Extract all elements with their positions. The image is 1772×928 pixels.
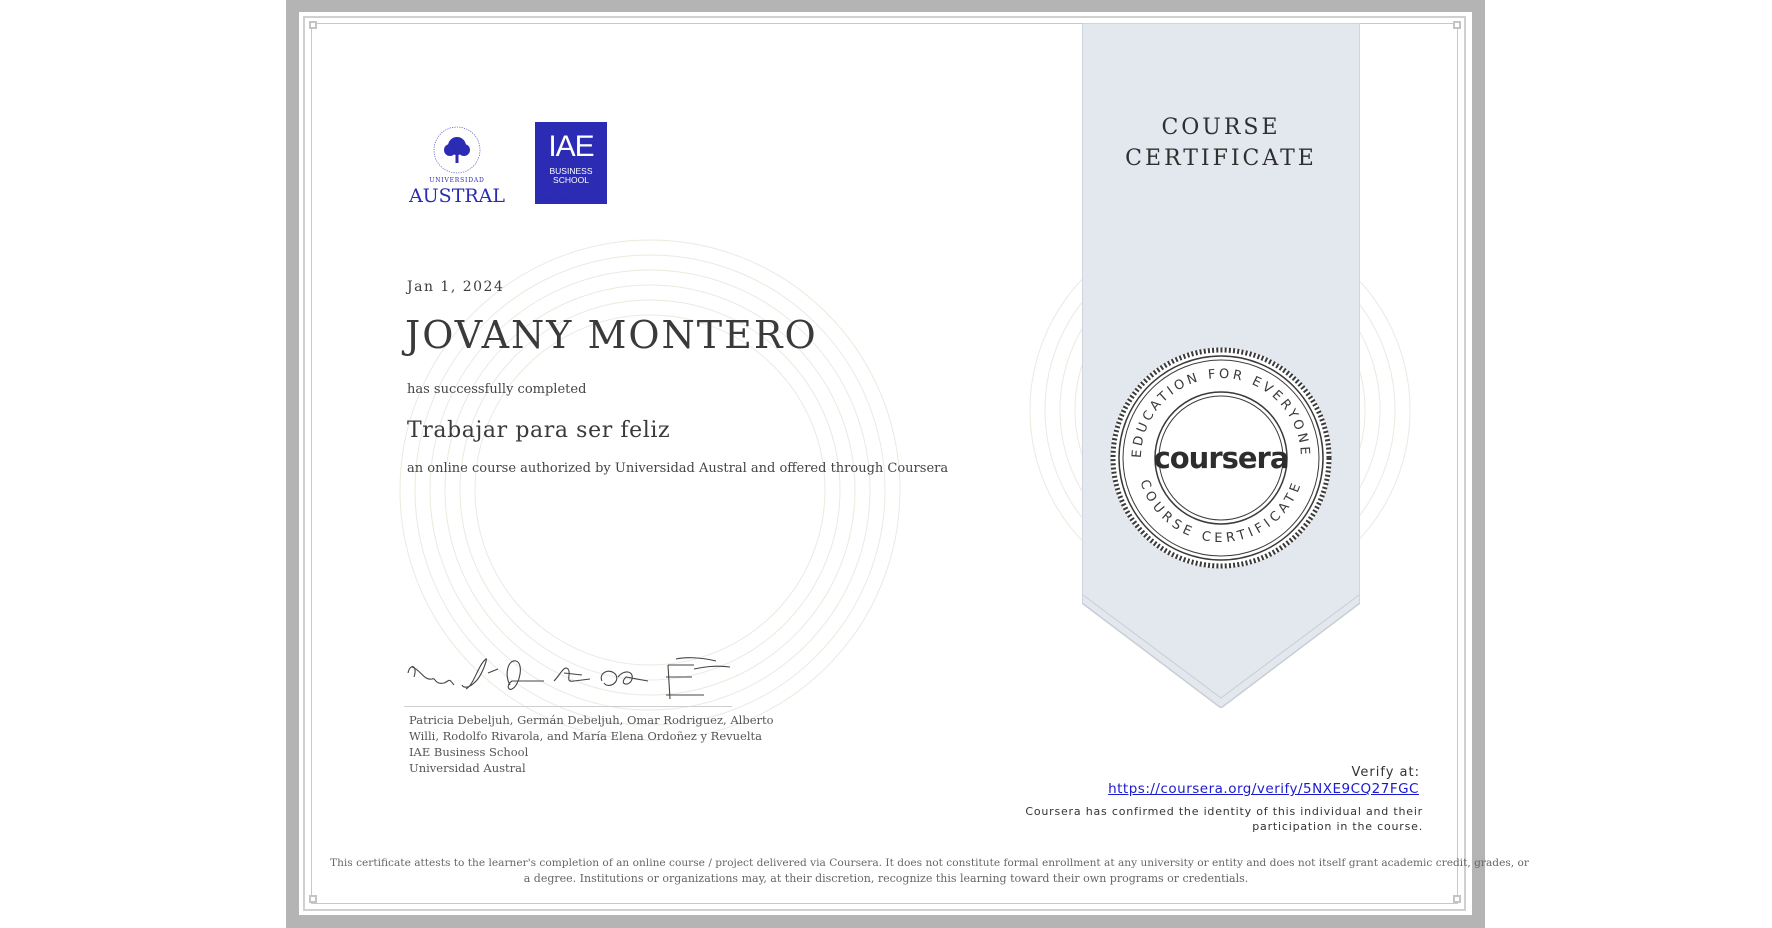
- svg-text:AUSTRAL: AUSTRAL: [408, 185, 505, 207]
- disclaimer-line: a degree. Institutions or organizations …: [523, 872, 1249, 885]
- recipient-name: JOVANY MONTERO: [405, 313, 818, 357]
- completed-text: has successfully completed: [407, 382, 587, 397]
- verify-label: Verify at:: [1351, 765, 1420, 780]
- disclaimer-line: This certificate attests to the learner'…: [330, 857, 1529, 869]
- iae-logo-school: SCHOOL: [553, 175, 589, 185]
- signature-divider: [404, 706, 732, 707]
- corner-ornament-top-right: [1451, 21, 1465, 35]
- certificate-date: Jan 1, 2024: [407, 279, 505, 295]
- identity-confirmation-line: participation in the course.: [1252, 820, 1423, 833]
- signers-line: Patricia Debeljuh, Germán Debeljuh, Omar…: [409, 713, 774, 727]
- svg-text:coursera: coursera: [1154, 441, 1289, 475]
- identity-confirmation-line: Coursera has confirmed the identity of t…: [1025, 805, 1423, 818]
- ribbon-title-line: CERTIFICATE: [1125, 146, 1317, 171]
- instructor-signatures: [407, 657, 731, 700]
- ribbon-title: COURSE CERTIFICATE: [1082, 112, 1360, 174]
- ribbon-title-line: COURSE: [1161, 115, 1281, 140]
- iae-logo-subtitle: UNIVERSIDAD AUSTRAL: [536, 197, 606, 203]
- signers-institution: IAE Business School: [409, 745, 529, 759]
- signers-block: Patricia Debeljuh, Germán Debeljuh, Omar…: [409, 712, 774, 776]
- coursera-seal: EDUCATION FOR EVERYONE COURSE CERTIFICAT…: [1110, 347, 1332, 569]
- identity-confirmation: Coursera has confirmed the identity of t…: [1025, 804, 1423, 834]
- universidad-austral-logo: UNIVERSIDAD AUSTRAL: [408, 126, 505, 207]
- course-description: an online course authorized by Universid…: [407, 461, 949, 476]
- signers-university: Universidad Austral: [409, 761, 526, 775]
- course-name: Trabajar para ser feliz: [407, 418, 671, 443]
- svg-text:UNIVERSIDAD: UNIVERSIDAD: [429, 177, 484, 184]
- signers-line: Willi, Rodolfo Rivarola, and María Elena…: [409, 729, 762, 743]
- certificate-disclaimer: This certificate attests to the learner'…: [330, 855, 1529, 887]
- corner-ornament-top-left: [309, 21, 323, 35]
- corner-ornament-bottom-left: [309, 893, 323, 907]
- iae-logo-text: IAE: [548, 130, 594, 163]
- verify-link[interactable]: https://coursera.org/verify/5NXE9CQ27FGC: [1108, 781, 1419, 797]
- corner-ornament-bottom-right: [1451, 893, 1465, 907]
- iae-business-school-logo: IAE BUSINESS SCHOOL: [535, 122, 607, 204]
